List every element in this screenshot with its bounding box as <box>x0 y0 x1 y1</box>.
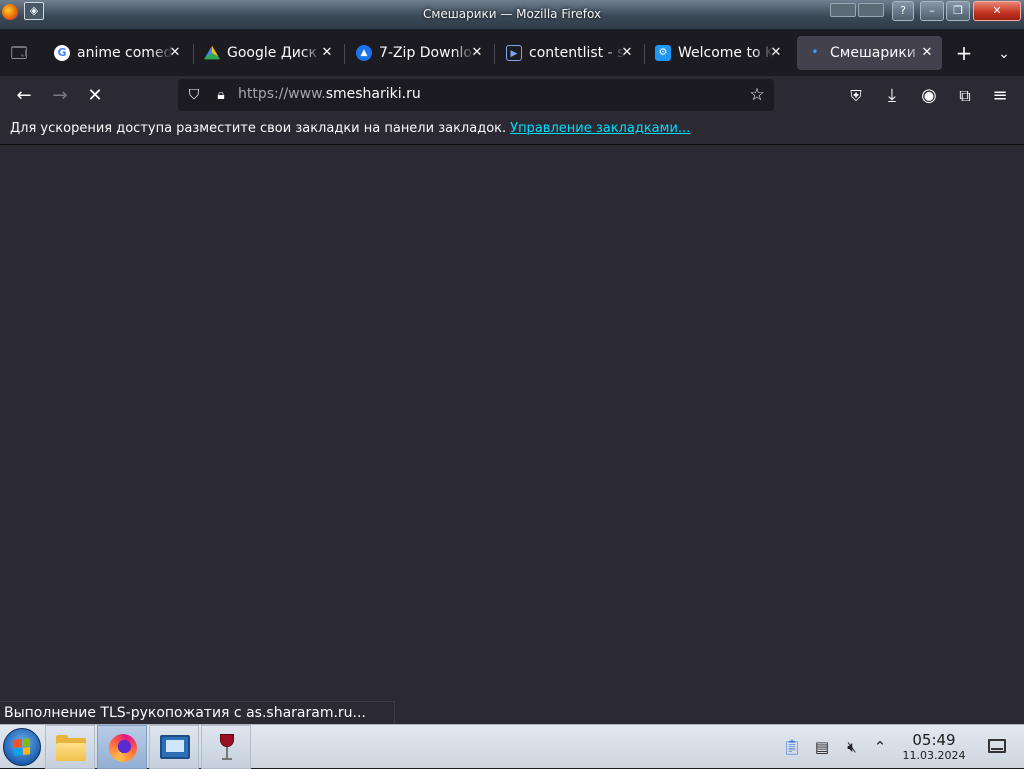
close-tab-icon[interactable]: ✕ <box>468 44 486 62</box>
tab-label: anime comedy <box>77 45 173 61</box>
bookmarks-hint-text: Для ускорения доступа разместите свои за… <box>10 121 507 136</box>
taskbar: 📋︎ ▤ 🔇︎ ⌃ 05:49 11.03.2024 <box>0 724 1024 769</box>
navigation-toolbar: ← → ✕ ⛉ 🔒︎ https://www.smeshariki.ru ☆ ⛨… <box>0 76 1024 116</box>
pocket-icon[interactable]: ⛨ <box>842 82 870 110</box>
clipboard-tray-icon[interactable]: 📋︎ <box>782 737 802 757</box>
tab-label: Смешарики <box>830 45 916 61</box>
manage-bookmarks-link[interactable]: Управление закладками... <box>510 121 690 136</box>
page-content-area[interactable]: Выполнение TLS-рукопожатия с as.shararam… <box>0 145 1024 724</box>
close-tab-icon[interactable]: ✕ <box>767 44 785 62</box>
stop-loading-icon[interactable]: ✕ <box>81 82 109 110</box>
tab-separator <box>494 44 495 64</box>
close-tab-icon[interactable]: ✕ <box>918 44 936 62</box>
start-menu-button[interactable] <box>3 728 41 766</box>
file-manager-icon <box>56 735 86 761</box>
tab-welcome-kde[interactable]: ⚙ Welcome to K ✕ <box>645 36 791 70</box>
downloads-icon[interactable]: ⤓ <box>878 82 906 110</box>
taskbar-system-monitor[interactable] <box>149 725 199 769</box>
extensions-puzzle-icon[interactable]: ⧉ <box>951 82 979 110</box>
url-prefix: https://www. <box>238 86 326 102</box>
new-tab-button[interactable]: + <box>952 42 976 66</box>
minimize-button[interactable]: – <box>920 1 944 21</box>
google-drive-icon <box>204 45 220 60</box>
close-window-button[interactable]: ✕ <box>973 1 1021 21</box>
url-domain: smeshariki.ru <box>325 86 421 102</box>
clock[interactable]: 05:49 11.03.2024 <box>898 732 970 763</box>
window-titlebar[interactable]: ◈ Смешарики — Mozilla Firefox ? – ❐ ✕ <box>0 0 1024 30</box>
tab-label: Google Диск <box>227 45 318 61</box>
ghost-minimize-icon <box>830 3 856 17</box>
taskbar-firefox[interactable] <box>97 725 147 769</box>
tab-contentlist[interactable]: ▶ contentlist - s ✕ <box>496 36 642 70</box>
tab-anime-comedy[interactable]: G anime comedy ✕ <box>44 36 190 70</box>
taskbar-wine[interactable] <box>201 725 251 769</box>
back-arrow-icon[interactable]: ← <box>10 82 38 110</box>
system-monitor-icon <box>160 735 190 759</box>
tab-google-drive[interactable]: Google Диск ✕ <box>194 36 342 70</box>
help-button[interactable]: ? <box>892 1 914 21</box>
taskbar-file-manager[interactable] <box>45 725 95 769</box>
ghost-maximize-icon <box>858 3 884 17</box>
bookmarks-toolbar: Для ускорения доступа разместите свои за… <box>0 116 1024 145</box>
wine-icon <box>220 734 234 762</box>
show-desktop-icon[interactable] <box>988 739 1006 753</box>
clock-time: 05:49 <box>912 731 956 749</box>
play-icon: ▶ <box>506 45 522 61</box>
tracking-protection-shield-icon[interactable]: ⛉ <box>184 85 204 105</box>
notes-tray-icon[interactable]: ▤ <box>812 737 832 757</box>
muted-speaker-icon[interactable]: 🔇︎ <box>842 737 862 757</box>
close-tab-icon[interactable]: ✕ <box>318 44 336 62</box>
forward-arrow-icon[interactable]: → <box>46 82 74 110</box>
tab-separator <box>344 44 345 64</box>
kde-icon: ⚙ <box>655 45 671 61</box>
windows-flag-icon <box>14 738 30 756</box>
close-tab-icon[interactable]: ✕ <box>166 44 184 62</box>
close-tab-icon[interactable]: ✕ <box>618 44 636 62</box>
tab-label: Welcome to K <box>678 45 774 61</box>
firefox-view-icon[interactable]: 🗔 <box>6 40 32 66</box>
tab-smeshariki[interactable]: • Смешарики ✕ <box>797 36 942 70</box>
tab-strip: 🗔 G anime comedy ✕ Google Диск ✕ ▲ 7-Zip… <box>0 30 1024 76</box>
account-icon[interactable]: ◉ <box>915 82 943 110</box>
7zip-icon: ▲ <box>356 45 372 61</box>
clock-date: 11.03.2024 <box>902 749 966 762</box>
tab-label: 7-Zip Download <box>379 45 475 61</box>
bookmarks-hint: Для ускорения доступа разместите свои за… <box>10 121 690 136</box>
google-icon: G <box>54 45 70 61</box>
hamburger-menu-icon[interactable]: ≡ <box>986 82 1014 110</box>
tray-expand-chevron-icon[interactable]: ⌃ <box>870 737 890 757</box>
loading-dot-icon: • <box>811 47 819 58</box>
maximize-button[interactable]: ❐ <box>946 1 970 21</box>
status-panel: Выполнение TLS-рукопожатия с as.shararam… <box>0 701 395 724</box>
tab-label: contentlist - s <box>529 45 625 61</box>
url-text[interactable]: https://www.smeshariki.ru <box>238 86 421 102</box>
tab-7zip-download[interactable]: ▲ 7-Zip Download ✕ <box>346 36 492 70</box>
list-all-tabs-chevron-icon[interactable]: ⌄ <box>992 42 1016 66</box>
bookmark-star-icon[interactable]: ☆ <box>746 84 768 106</box>
url-bar[interactable]: ⛉ 🔒︎ https://www.smeshariki.ru ☆ <box>178 79 774 111</box>
lock-icon[interactable]: 🔒︎ <box>211 85 231 105</box>
firefox-icon <box>109 734 137 762</box>
